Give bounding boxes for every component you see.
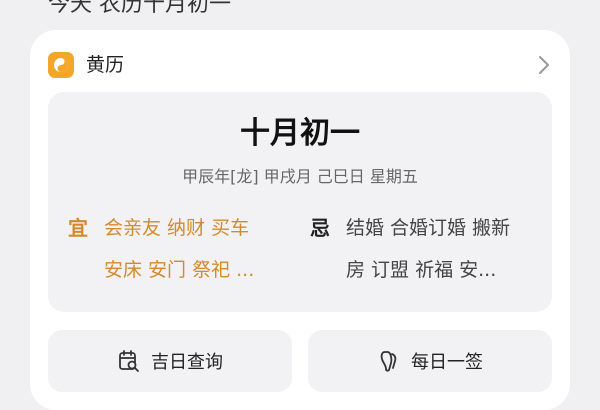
ji-items-line-1: 结婚 合婚订婚 搬新	[346, 217, 511, 239]
ji-label: 忌	[310, 216, 330, 240]
fortune-stick-icon	[377, 349, 401, 373]
ji-items-line-2: 房 订盟 祈福 安...	[346, 259, 497, 281]
almanac-panel[interactable]: 十月初一 甲辰年[龙] 甲戌月 己巳日 星期五 宜 会亲友 纳财 买车 安床 安…	[48, 92, 552, 312]
auspicious-day-button[interactable]: 吉日查询	[48, 330, 292, 392]
chevron-right-icon[interactable]	[536, 53, 552, 77]
lunar-date: 十月初一	[240, 116, 360, 151]
almanac-widget-card[interactable]: 黄历 十月初一 甲辰年[龙] 甲戌月 己巳日 星期五 宜 会亲友 纳财 买车 安…	[30, 30, 570, 410]
auspicious-day-label: 吉日查询	[151, 352, 223, 373]
card-header[interactable]: 黄历	[48, 50, 552, 80]
yin-yang-icon	[48, 52, 74, 78]
yi-label: 宜	[68, 216, 88, 240]
yi-items-line-2: 安床 安门 祭祀 ...	[104, 259, 255, 281]
top-status-strip: 今天 农历十月初一	[0, 0, 600, 16]
top-date-text: 今天 农历十月初一	[48, 0, 231, 16]
yi-items-line-1: 会亲友 纳财 买车	[104, 217, 250, 239]
daily-fortune-label: 每日一签	[411, 352, 483, 373]
ganzhi-date: 甲辰年[龙] 甲戌月 己巳日 星期五	[182, 167, 418, 186]
app-title: 黄历	[86, 54, 125, 76]
daily-fortune-button[interactable]: 每日一签	[308, 330, 552, 392]
calendar-search-icon	[117, 349, 141, 373]
